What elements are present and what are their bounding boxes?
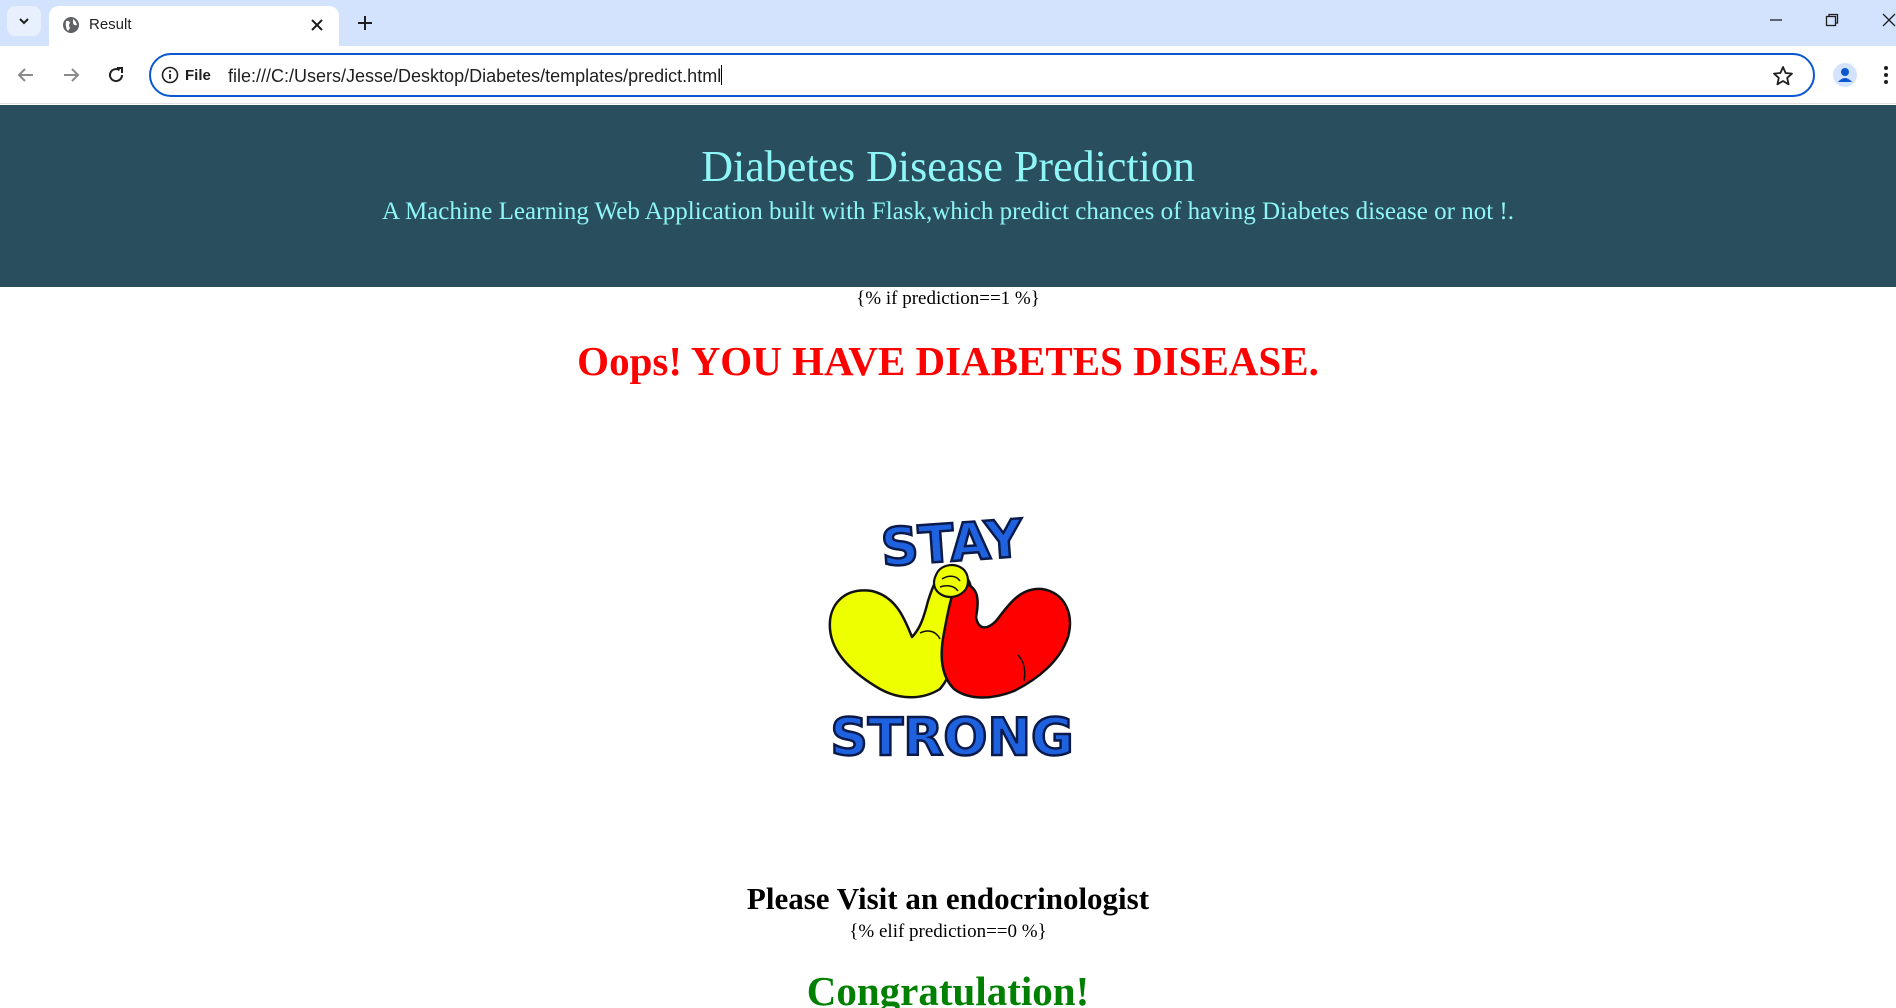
negative-result-message: Congratulation! [806, 968, 1090, 1008]
close-window-button[interactable] [1860, 0, 1896, 40]
browser-tab-result[interactable]: Result [49, 6, 339, 46]
page-header: Diabetes Disease Prediction A Machine Le… [0, 105, 1896, 287]
template-if-tag: {% if prediction==1 %} [856, 288, 1040, 309]
globe-icon [63, 17, 79, 33]
tab-title: Result [89, 16, 132, 33]
star-icon [1773, 66, 1793, 86]
tab-close-button[interactable] [305, 13, 329, 37]
restore-button[interactable] [1804, 0, 1860, 40]
logo-top-text: STAY [879, 509, 1026, 579]
more-vertical-icon [1884, 66, 1888, 84]
minimize-icon [1770, 19, 1782, 21]
tab-search-button[interactable] [7, 6, 41, 36]
minimize-button[interactable] [1748, 0, 1804, 40]
plus-icon [358, 16, 372, 30]
close-window-icon [1882, 13, 1896, 27]
advice-heading: Please Visit an endocrinologist [746, 881, 1150, 916]
browser-toolbar: File file:///C:/Users/Jesse/Desktop/Diab… [0, 46, 1896, 104]
new-tab-button[interactable] [349, 7, 381, 39]
arrow-left-icon [17, 68, 33, 82]
chevron-down-icon [19, 18, 29, 25]
reload-icon [109, 67, 124, 83]
tab-strip: Result [0, 0, 1896, 46]
browser-menu-button[interactable] [1876, 60, 1896, 90]
info-icon [161, 66, 179, 84]
address-bar[interactable]: File file:///C:/Users/Jesse/Desktop/Diab… [149, 53, 1815, 97]
arrow-right-icon [64, 68, 80, 82]
close-icon [311, 19, 323, 31]
avatar-icon [1833, 63, 1857, 87]
text-caret [721, 65, 723, 85]
stay-strong-logo: STAY STRONG [828, 508, 1074, 765]
forward-button[interactable] [53, 57, 89, 93]
site-chip-label: File [185, 66, 211, 84]
positive-result-message: Oops! YOU HAVE DIABETES DISEASE. [577, 338, 1319, 384]
template-elif-tag: {% elif prediction==0 %} [849, 921, 1047, 942]
site-info-chip[interactable]: File [161, 64, 211, 86]
url-text: file:///C:/Users/Jesse/Desktop/Diabetes/… [228, 66, 722, 86]
bookmark-button[interactable] [1771, 64, 1795, 88]
logo-bottom-text: STRONG [830, 708, 1073, 765]
url-input[interactable]: file:///C:/Users/Jesse/Desktop/Diabetes/… [228, 65, 723, 87]
reload-button[interactable] [98, 57, 134, 93]
page-viewport: Diabetes Disease Prediction A Machine Le… [0, 105, 1896, 1008]
back-button[interactable] [8, 57, 44, 93]
profile-button[interactable] [1830, 60, 1860, 90]
page-subtitle: A Machine Learning Web Application built… [382, 198, 1514, 225]
restore-icon [1825, 13, 1839, 27]
page-title: Diabetes Disease Prediction [701, 142, 1195, 191]
